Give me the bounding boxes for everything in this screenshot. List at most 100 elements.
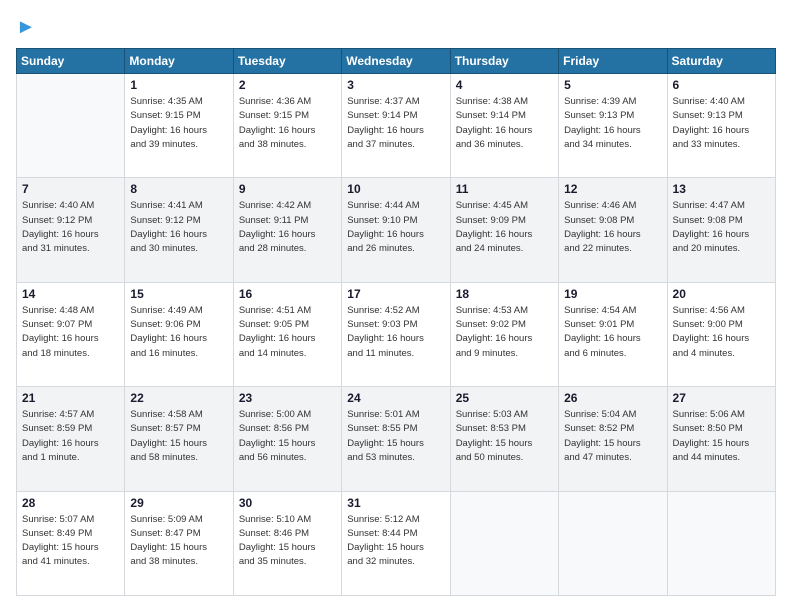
calendar-cell: 2 Sunrise: 4:36 AMSunset: 9:15 PMDaylight… bbox=[233, 74, 341, 178]
week-row-1: 1Sunrise: 4:35 AMSunset: 9:15 PMDaylight… bbox=[17, 74, 776, 178]
calendar-cell: 19 Sunrise: 4:54 AMSunset: 9:01 PMDayligh… bbox=[559, 282, 667, 386]
day-info-line: Sunset: 9:03 PM bbox=[347, 318, 444, 332]
day-info-line: and 6 minutes. bbox=[564, 347, 661, 361]
calendar-cell: 31Sunrise: 5:12 AMSunset: 8:44 PMDayligh… bbox=[342, 491, 450, 595]
day-number: 28 bbox=[22, 496, 119, 510]
day-info: Sunrise: 4:42 AMSunset: 9:11 PMDaylight:… bbox=[239, 199, 336, 256]
day-info-line: Sunset: 9:14 PM bbox=[456, 109, 553, 123]
day-info-line: Daylight: 16 hours bbox=[130, 124, 227, 138]
weekday-header-tuesday: Tuesday bbox=[233, 49, 341, 74]
weekday-header-wednesday: Wednesday bbox=[342, 49, 450, 74]
day-info-line: Daylight: 16 hours bbox=[564, 332, 661, 346]
day-info: Sunrise: 4:58 AMSunset: 8:57 PMDaylight:… bbox=[130, 408, 227, 465]
day-info-line: Daylight: 16 hours bbox=[239, 332, 336, 346]
day-info-line: and 24 minutes. bbox=[456, 242, 553, 256]
day-info-line: Sunset: 9:09 PM bbox=[456, 214, 553, 228]
day-number: 4 bbox=[456, 78, 553, 92]
day-info-line: and 38 minutes. bbox=[239, 138, 336, 152]
calendar-cell bbox=[559, 491, 667, 595]
day-info: Sunrise: 4:46 AMSunset: 9:08 PMDaylight:… bbox=[564, 199, 661, 256]
day-info-line: Daylight: 15 hours bbox=[239, 437, 336, 451]
day-info-line: Sunset: 8:56 PM bbox=[239, 422, 336, 436]
day-number: 5 bbox=[564, 78, 661, 92]
day-info-line: and 22 minutes. bbox=[564, 242, 661, 256]
day-info: Sunrise: 4:49 AMSunset: 9:06 PMDaylight:… bbox=[130, 304, 227, 361]
day-info-line: Sunrise: 4:47 AM bbox=[673, 199, 770, 213]
day-info-line: and 16 minutes. bbox=[130, 347, 227, 361]
calendar-cell: 28 Sunrise: 5:07 AMSunset: 8:49 PMDayligh… bbox=[17, 491, 125, 595]
day-number: 2 bbox=[239, 78, 336, 92]
day-number: 11 bbox=[456, 182, 553, 196]
day-info: Sunrise: 4:40 AMSunset: 9:13 PMDaylight:… bbox=[673, 95, 770, 152]
day-info-line: Sunset: 9:01 PM bbox=[564, 318, 661, 332]
day-info-line: Sunrise: 5:04 AM bbox=[564, 408, 661, 422]
day-info-line: and 33 minutes. bbox=[673, 138, 770, 152]
weekday-header-row: SundayMondayTuesdayWednesdayThursdayFrid… bbox=[17, 49, 776, 74]
calendar-cell: 25 Sunrise: 5:03 AMSunset: 8:53 PMDayligh… bbox=[450, 387, 558, 491]
day-info: Sunrise: 4:38 AMSunset: 9:14 PMDaylight:… bbox=[456, 95, 553, 152]
week-row-3: 14Sunrise: 4:48 AMSunset: 9:07 PMDayligh… bbox=[17, 282, 776, 386]
day-info-line: Sunset: 9:12 PM bbox=[130, 214, 227, 228]
day-info-line: and 47 minutes. bbox=[564, 451, 661, 465]
header: ► bbox=[16, 16, 776, 38]
day-info-line: Daylight: 16 hours bbox=[564, 124, 661, 138]
day-info-line: and 38 minutes. bbox=[130, 555, 227, 569]
logo: ► bbox=[16, 16, 36, 38]
day-info-line: Sunrise: 4:45 AM bbox=[456, 199, 553, 213]
page: ► SundayMondayTuesdayWednesdayThursdayFr… bbox=[0, 0, 792, 612]
day-info-line: Daylight: 16 hours bbox=[673, 228, 770, 242]
day-number: 23 bbox=[239, 391, 336, 405]
day-info: Sunrise: 5:03 AMSunset: 8:53 PMDaylight:… bbox=[456, 408, 553, 465]
day-info-line: and 26 minutes. bbox=[347, 242, 444, 256]
day-info-line: Sunset: 8:55 PM bbox=[347, 422, 444, 436]
calendar-cell: 13Sunrise: 4:47 AMSunset: 9:08 PMDayligh… bbox=[667, 178, 775, 282]
week-row-2: 7Sunrise: 4:40 AMSunset: 9:12 PMDaylight… bbox=[17, 178, 776, 282]
day-info-line: Sunrise: 5:10 AM bbox=[239, 513, 336, 527]
day-number: 30 bbox=[239, 496, 336, 510]
day-info: Sunrise: 4:36 AMSunset: 9:15 PMDaylight:… bbox=[239, 95, 336, 152]
day-info: Sunrise: 4:57 AMSunset: 8:59 PMDaylight:… bbox=[22, 408, 119, 465]
day-info-line: Daylight: 16 hours bbox=[456, 124, 553, 138]
calendar-cell: 29Sunrise: 5:09 AMSunset: 8:47 PMDayligh… bbox=[125, 491, 233, 595]
day-info-line: Sunset: 9:02 PM bbox=[456, 318, 553, 332]
day-info-line: Sunset: 9:12 PM bbox=[22, 214, 119, 228]
day-info-line: Sunrise: 4:42 AM bbox=[239, 199, 336, 213]
day-number: 25 bbox=[456, 391, 553, 405]
day-info-line: Sunrise: 4:54 AM bbox=[564, 304, 661, 318]
calendar-cell: 23Sunrise: 5:00 AMSunset: 8:56 PMDayligh… bbox=[233, 387, 341, 491]
day-info-line: and 41 minutes. bbox=[22, 555, 119, 569]
day-number: 10 bbox=[347, 182, 444, 196]
day-info-line: Sunrise: 4:37 AM bbox=[347, 95, 444, 109]
day-info-line: Sunset: 8:49 PM bbox=[22, 527, 119, 541]
day-number: 6 bbox=[673, 78, 770, 92]
day-info: Sunrise: 5:07 AMSunset: 8:49 PMDaylight:… bbox=[22, 513, 119, 570]
weekday-header-sunday: Sunday bbox=[17, 49, 125, 74]
day-info-line: and 28 minutes. bbox=[239, 242, 336, 256]
calendar-cell: 24Sunrise: 5:01 AMSunset: 8:55 PMDayligh… bbox=[342, 387, 450, 491]
calendar-cell: 12Sunrise: 4:46 AMSunset: 9:08 PMDayligh… bbox=[559, 178, 667, 282]
day-info-line: Daylight: 16 hours bbox=[347, 124, 444, 138]
day-info-line: Sunrise: 4:40 AM bbox=[22, 199, 119, 213]
day-info-line: and 37 minutes. bbox=[347, 138, 444, 152]
day-info: Sunrise: 4:47 AMSunset: 9:08 PMDaylight:… bbox=[673, 199, 770, 256]
day-number: 19 bbox=[564, 287, 661, 301]
day-info-line: Sunrise: 4:39 AM bbox=[564, 95, 661, 109]
day-info-line: Sunset: 9:00 PM bbox=[673, 318, 770, 332]
day-info-line: Sunset: 9:15 PM bbox=[239, 109, 336, 123]
day-number: 20 bbox=[673, 287, 770, 301]
day-number: 22 bbox=[130, 391, 227, 405]
day-info-line: Daylight: 16 hours bbox=[130, 228, 227, 242]
calendar-cell: 18Sunrise: 4:53 AMSunset: 9:02 PMDayligh… bbox=[450, 282, 558, 386]
day-info-line: and 39 minutes. bbox=[130, 138, 227, 152]
day-info-line: Daylight: 15 hours bbox=[239, 541, 336, 555]
day-number: 29 bbox=[130, 496, 227, 510]
day-info-line: Sunset: 9:06 PM bbox=[130, 318, 227, 332]
day-info-line: Sunrise: 4:38 AM bbox=[456, 95, 553, 109]
day-info-line: and 44 minutes. bbox=[673, 451, 770, 465]
week-row-4: 21Sunrise: 4:57 AMSunset: 8:59 PMDayligh… bbox=[17, 387, 776, 491]
day-info: Sunrise: 4:35 AMSunset: 9:15 PMDaylight:… bbox=[130, 95, 227, 152]
day-info-line: Sunrise: 4:48 AM bbox=[22, 304, 119, 318]
day-info-line: and 9 minutes. bbox=[456, 347, 553, 361]
day-info: Sunrise: 4:37 AMSunset: 9:14 PMDaylight:… bbox=[347, 95, 444, 152]
day-info-line: and 14 minutes. bbox=[239, 347, 336, 361]
